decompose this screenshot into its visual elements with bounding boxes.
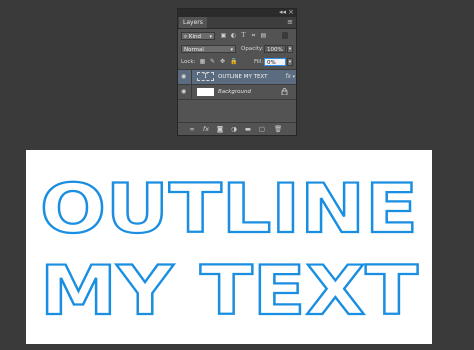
fill-label: Fill:: [254, 59, 264, 65]
chevron-down-icon: ▾: [209, 34, 212, 40]
filter-kind-dropdown[interactable]: ⌕ Kind ▾: [181, 32, 215, 40]
layers-panel: ◂◂ × Layers ≡ ⌕ Kind ▾ ▣ ◐ T ⌗ ▤ Normal …: [177, 8, 297, 136]
delete-icon[interactable]: 🗑: [274, 125, 282, 133]
layer-name[interactable]: Background: [218, 88, 251, 96]
eye-icon[interactable]: ◉: [181, 74, 187, 80]
filter-type-icon[interactable]: T: [240, 32, 247, 39]
divider: [191, 85, 192, 99]
group-folder-icon[interactable]: ▬: [244, 125, 252, 133]
fill-stepper[interactable]: ▾: [287, 58, 293, 66]
lock-row: Lock: ▦ ✎ ✥ 🔒 Fill: 0% ▾: [178, 55, 296, 69]
layer-row-outline-text[interactable]: ◉ T OUTLINE MY TEXT fx ▾: [178, 70, 296, 85]
fill-field[interactable]: 0%: [264, 58, 286, 66]
lock-position-icon[interactable]: ✥: [219, 58, 226, 65]
filter-pixel-icon[interactable]: ▣: [220, 32, 227, 39]
background-layer-thumbnail: [197, 88, 214, 96]
new-layer-icon[interactable]: ▢: [258, 125, 266, 133]
filter-kind-label: Kind: [188, 34, 201, 40]
blend-mode-dropdown[interactable]: Normal ▾: [181, 45, 236, 53]
collapse-icon[interactable]: ◂◂: [279, 7, 286, 17]
lock-transparent-icon[interactable]: ▦: [199, 58, 206, 65]
filter-smart-object-icon[interactable]: ▤: [260, 32, 267, 39]
blend-row: Normal ▾ Opacity: 100% ▾: [178, 42, 296, 55]
lock-icon: [281, 88, 288, 95]
filter-adjustment-icon[interactable]: ◐: [230, 32, 237, 39]
tab-layers[interactable]: Layers: [179, 17, 207, 28]
panel-bottom-bar: ∞ fx ◙ ◑ ▬ ▢ 🗑: [178, 122, 296, 135]
chevron-down-icon: ▾: [230, 47, 233, 53]
layer-row-background[interactable]: ◉ Background: [178, 85, 296, 100]
filter-shape-icon[interactable]: ⌗: [250, 32, 257, 39]
divider: [191, 70, 192, 84]
document-canvas[interactable]: OUTLINE MY TEXT: [26, 150, 432, 344]
fx-icon[interactable]: fx: [202, 125, 210, 133]
panel-menu-icon[interactable]: ≡: [287, 17, 293, 28]
lock-all-icon[interactable]: 🔒: [230, 58, 237, 65]
chevron-down-icon[interactable]: ▾: [292, 73, 295, 81]
fx-icon[interactable]: fx: [285, 73, 291, 81]
filter-toggle[interactable]: [282, 32, 288, 39]
filter-row: ⌕ Kind ▾ ▣ ◐ T ⌗ ▤: [178, 29, 296, 42]
close-icon[interactable]: ×: [288, 7, 294, 17]
eye-icon[interactable]: ◉: [181, 89, 187, 95]
outline-text-line-2: MY TEXT: [40, 252, 419, 331]
mask-icon[interactable]: ◙: [216, 125, 224, 133]
lock-pixels-icon[interactable]: ✎: [209, 58, 216, 65]
link-icon[interactable]: ∞: [188, 125, 196, 133]
lock-label: Lock:: [181, 59, 196, 65]
search-icon: ⌕: [184, 34, 188, 40]
panel-title-bar: ◂◂ ×: [178, 7, 296, 17]
opacity-stepper[interactable]: ▾: [287, 45, 293, 53]
outline-text-artwork: OUTLINE MY TEXT: [39, 169, 420, 332]
text-layer-thumbnail-icon: T: [197, 72, 214, 81]
outline-text-line-1: OUTLINE: [40, 170, 418, 249]
blend-mode-value: Normal: [184, 47, 204, 53]
opacity-label: Opacity:: [241, 46, 264, 52]
layer-name[interactable]: OUTLINE MY TEXT: [218, 73, 267, 81]
opacity-field[interactable]: 100%: [264, 45, 286, 53]
adjustment-icon[interactable]: ◑: [230, 125, 238, 133]
panel-tab-bar: Layers ≡: [178, 17, 296, 29]
